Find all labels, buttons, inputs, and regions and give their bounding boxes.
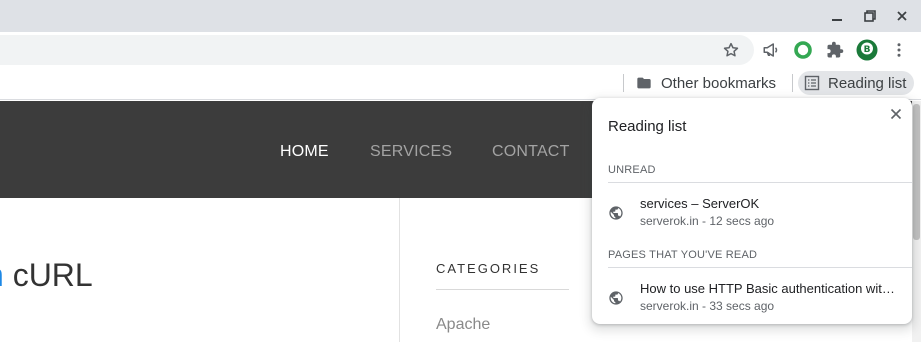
item-title: services – ServerOK — [640, 196, 760, 211]
section-divider — [608, 267, 912, 268]
folder-icon — [637, 77, 651, 89]
reading-list-panel: Reading list UNREAD services – ServerOK … — [592, 98, 912, 324]
other-bookmarks-button[interactable]: Other bookmarks — [632, 71, 780, 95]
more-vert-icon[interactable] — [887, 38, 911, 62]
item-subtitle: serverok.in - 33 secs ago — [640, 299, 775, 313]
unread-section-heading: UNREAD — [608, 164, 656, 176]
reading-list-button[interactable]: Reading list — [798, 71, 915, 95]
category-link-apache[interactable]: Apache — [436, 316, 490, 334]
restore-icon[interactable] — [858, 4, 882, 28]
nav-home-link[interactable]: HOME — [280, 143, 329, 161]
megaphone-icon[interactable] — [759, 38, 783, 62]
globe-icon — [609, 206, 623, 220]
reading-list-item[interactable]: How to use HTTP Basic authentication wit… — [592, 277, 912, 319]
profile-avatar[interactable]: B — [855, 38, 879, 62]
categories-divider — [436, 289, 569, 290]
green-ring-icon[interactable] — [791, 38, 815, 62]
address-bar[interactable] — [0, 35, 754, 65]
browser-toolbar: B — [0, 32, 921, 68]
item-subtitle: serverok.in - 12 secs ago — [640, 214, 775, 228]
scrollbar-thumb[interactable] — [913, 104, 920, 240]
puzzle-icon[interactable] — [823, 38, 847, 62]
bookmarks-separator — [623, 74, 624, 92]
reading-list-icon — [804, 75, 820, 91]
post-title-text: cURL — [3, 257, 93, 293]
close-icon[interactable] — [890, 4, 914, 28]
star-icon[interactable] — [719, 38, 743, 62]
nav-contact-link[interactable]: CONTACT — [492, 143, 570, 161]
categories-heading: CATEGORIES — [436, 261, 541, 276]
window-titlebar — [0, 0, 921, 32]
nav-services-link[interactable]: SERVICES — [370, 143, 452, 161]
section-divider — [608, 182, 912, 183]
reading-list-label: Reading list — [828, 74, 907, 92]
column-divider — [399, 198, 400, 342]
reading-list-item[interactable]: services – ServerOK serverok.in - 12 sec… — [592, 192, 912, 234]
post-title: n cURL — [0, 257, 93, 294]
globe-icon — [609, 291, 623, 305]
svg-text:B: B — [864, 45, 871, 55]
close-icon[interactable] — [886, 104, 906, 124]
bookmarks-separator — [792, 74, 793, 92]
other-bookmarks-label: Other bookmarks — [661, 74, 777, 92]
item-title: How to use HTTP Basic authentication wit… — [640, 281, 896, 296]
bookmarks-bar — [0, 68, 921, 100]
read-section-heading: PAGES THAT YOU'VE READ — [608, 249, 758, 261]
minimize-icon[interactable] — [825, 4, 849, 28]
reading-list-title: Reading list — [608, 118, 687, 135]
